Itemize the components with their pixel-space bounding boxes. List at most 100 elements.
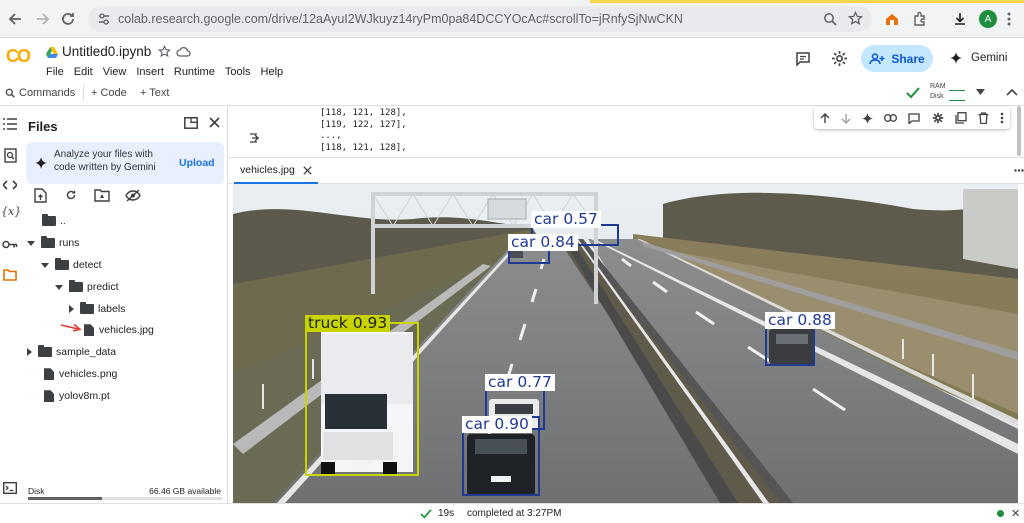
menu-runtime[interactable]: Runtime (174, 66, 215, 78)
output-scrollbar[interactable] (1017, 106, 1021, 156)
add-text-button[interactable]: + Text (140, 87, 169, 99)
colab-logo[interactable]: CO (6, 46, 31, 67)
tree-item-labels[interactable]: labels (69, 302, 125, 315)
tree-item-predict[interactable]: predict (55, 280, 119, 293)
expand-caret-icon[interactable] (55, 284, 63, 290)
forward-icon[interactable] (32, 9, 52, 29)
gemini-cell-icon[interactable] (862, 112, 874, 124)
menu-tools[interactable]: Tools (225, 66, 251, 78)
variables-icon[interactable]: {x} (1, 205, 21, 218)
move-down-icon[interactable] (841, 113, 851, 124)
secrets-key-icon[interactable] (2, 240, 18, 249)
menu-file[interactable]: File (46, 66, 64, 78)
folder-icon (69, 280, 83, 293)
refresh-icon[interactable] (64, 188, 78, 202)
menu-edit[interactable]: Edit (74, 66, 93, 78)
extensions-icon[interactable] (912, 11, 928, 27)
mirror-cell-icon[interactable] (955, 112, 967, 124)
add-code-button[interactable]: + Code (91, 87, 127, 99)
output-actions-icon[interactable] (250, 132, 264, 144)
link-icon[interactable] (884, 114, 898, 122)
tree-item-yolov8m[interactable]: yolov8m.pt (44, 390, 110, 403)
notebook-toolbar: Commands + Code + Text RAM Disk (0, 82, 1024, 106)
ram-meter[interactable] (949, 85, 965, 91)
gemini-button[interactable]: Gemini (971, 52, 1007, 64)
notebook-title[interactable]: Untitled0.ipynb (62, 44, 151, 59)
comment-icon[interactable] (908, 112, 921, 124)
browser-menu-icon[interactable] (1006, 11, 1012, 27)
find-icon[interactable] (4, 148, 17, 163)
extension-house-icon[interactable] (884, 11, 900, 27)
address-bar[interactable]: colab.research.google.com/drive/12aAyuI2… (88, 6, 872, 32)
tree-item-sample-data[interactable]: sample_data (27, 345, 116, 358)
folder-icon (80, 302, 94, 315)
reload-icon[interactable] (58, 9, 78, 29)
menu-insert[interactable]: Insert (136, 66, 164, 78)
tree-item-label: vehicles.png (59, 368, 118, 380)
tab-menu-icon[interactable] (1014, 169, 1024, 172)
tree-item-vehicles-jpg[interactable]: vehicles.jpg (84, 324, 154, 337)
ram-label: RAM (930, 83, 946, 90)
zoom-icon[interactable] (823, 12, 837, 26)
share-button[interactable]: Share (861, 45, 933, 72)
collapse-chevron-icon[interactable] (1006, 88, 1018, 96)
site-info-icon[interactable] (97, 12, 111, 26)
files-folder-icon[interactable] (3, 269, 17, 281)
files-panel-title: Files (28, 119, 58, 134)
disk-usage-bar (28, 497, 222, 500)
tree-item-label: yolov8m.pt (59, 390, 110, 402)
back-icon[interactable] (6, 9, 26, 29)
image-viewer: car 0.57 car 0.84 truck 0.93 car 0.88 ca… (233, 184, 1018, 503)
table-of-contents-icon[interactable] (3, 118, 17, 130)
cell-settings-icon[interactable] (932, 112, 944, 124)
tree-item-label: .. (60, 215, 66, 227)
detection-label: car 0.88 (765, 312, 835, 329)
terminal-icon[interactable] (3, 482, 17, 494)
output-line: [118, 121, 128], (320, 142, 407, 153)
open-in-tab-icon[interactable] (184, 117, 198, 129)
disk-usage-fill (28, 497, 102, 500)
disk-available-text: 66.46 GB available (149, 486, 221, 496)
profile-avatar[interactable]: A (979, 10, 997, 28)
expand-caret-icon[interactable] (27, 240, 35, 246)
output-line: [119, 122, 127], (320, 119, 407, 130)
collapse-caret-icon[interactable] (27, 348, 32, 357)
tree-item-parent[interactable]: .. (42, 214, 66, 227)
expand-caret-icon[interactable] (41, 262, 49, 268)
commands-button[interactable]: Commands (19, 87, 75, 99)
detection-label: car 0.90 (462, 416, 532, 433)
code-snippets-icon[interactable] (3, 180, 17, 190)
tree-item-detect[interactable]: detect (41, 258, 102, 271)
close-panel-icon[interactable] (209, 117, 220, 128)
download-icon[interactable] (952, 11, 968, 27)
gemini-analyze-banner: Analyze your files with code written by … (26, 142, 224, 184)
gemini-sparkle-icon (35, 157, 47, 169)
move-up-icon[interactable] (820, 112, 830, 124)
menu-help[interactable]: Help (261, 66, 284, 78)
collapse-caret-icon[interactable] (69, 305, 74, 314)
close-tab-icon[interactable] (303, 165, 312, 175)
tree-item-label: runs (59, 237, 80, 249)
menu-view[interactable]: View (103, 66, 127, 78)
url-text: colab.research.google.com/drive/12aAyuI2… (118, 12, 683, 26)
star-icon[interactable] (158, 45, 171, 58)
close-status-icon[interactable]: ✕ (1011, 507, 1020, 520)
tab-vehicles-jpg[interactable]: vehicles.jpg (234, 158, 318, 184)
tree-item-label: predict (87, 281, 119, 293)
disk-meter[interactable] (949, 95, 965, 101)
tree-item-vehicles-png[interactable]: vehicles.png (44, 368, 118, 381)
more-options-icon[interactable] (1000, 112, 1004, 124)
tree-item-runs[interactable]: runs (27, 236, 80, 249)
folder-icon (55, 258, 69, 271)
comments-icon[interactable] (795, 51, 811, 67)
resources-dropdown-icon[interactable] (976, 89, 985, 95)
upload-file-icon[interactable] (34, 188, 47, 203)
upload-button[interactable]: Upload (179, 157, 215, 169)
hide-files-icon[interactable] (125, 189, 141, 202)
mount-drive-icon[interactable] (94, 189, 110, 202)
tree-item-label: detect (73, 259, 102, 271)
settings-gear-icon[interactable] (831, 50, 848, 67)
delete-icon[interactable] (978, 112, 989, 124)
bookmark-star-icon[interactable] (848, 11, 863, 26)
success-check-icon (420, 509, 432, 519)
